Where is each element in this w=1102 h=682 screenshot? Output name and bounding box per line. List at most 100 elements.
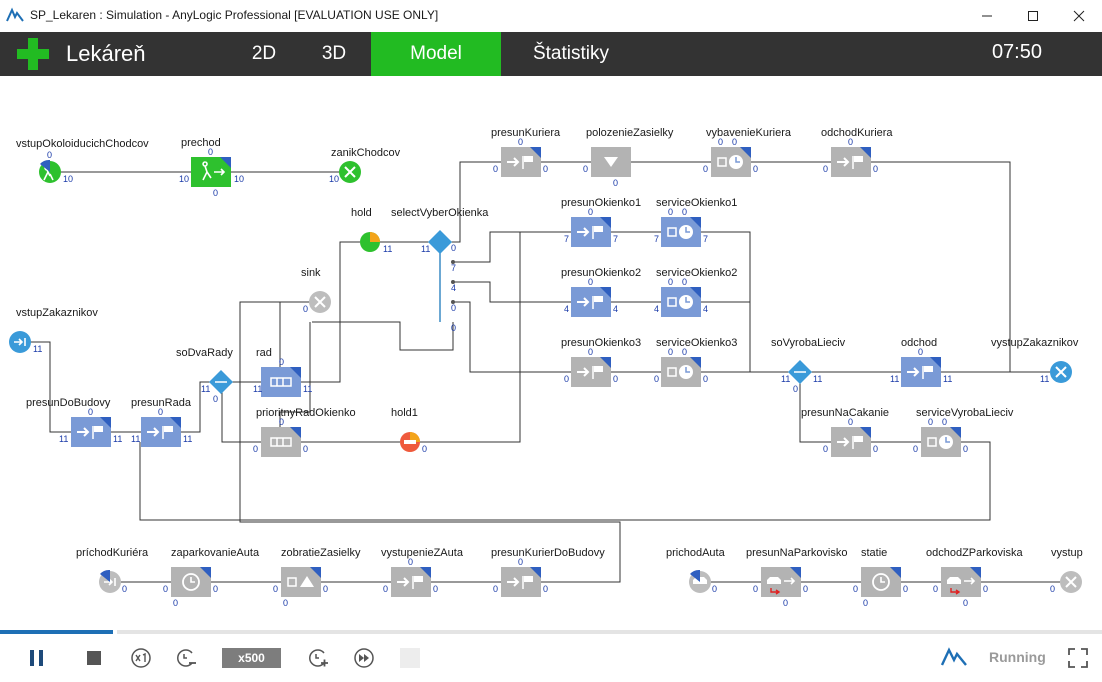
block-count: 11 bbox=[383, 244, 392, 254]
block-label: presunOkienko1 bbox=[561, 197, 641, 209]
block-serviceOkienko3[interactable]: serviceOkienko3 0 0 0 0 bbox=[654, 337, 737, 387]
block-presunNaCakanie[interactable]: presunNaCakanie 0 0 0 bbox=[801, 407, 889, 457]
app-header: Lekáreň 2D 3D Model Štatistiky 07:50 bbox=[0, 32, 1102, 76]
window-titlebar: SP_Lekaren : Simulation - AnyLogic Profe… bbox=[0, 0, 1102, 33]
block-count: 0 bbox=[848, 137, 853, 147]
block-count: 0 bbox=[668, 207, 673, 217]
block-count: 0 bbox=[279, 357, 284, 367]
block-label: prechod bbox=[181, 137, 221, 149]
block-count: 11 bbox=[303, 384, 312, 394]
block-presunDoBudovy[interactable]: presunDoBudovy 0 11 11 bbox=[26, 397, 122, 447]
block-count: 0 bbox=[983, 584, 988, 594]
block-vybavenieKuriera[interactable]: vybavenieKuriera 0 0 0 0 bbox=[703, 127, 792, 177]
pause-button[interactable] bbox=[25, 646, 49, 670]
block-prioritnyRadOkienko[interactable]: prioritnyRadOkienko 0 0 0 bbox=[253, 407, 356, 457]
block-vystupenieZAuta[interactable]: vystupenieZAuta 0 0 0 bbox=[381, 547, 464, 597]
block-count: 0 bbox=[173, 598, 178, 608]
tab-model[interactable]: Model bbox=[371, 32, 501, 76]
block-count: 0 bbox=[213, 584, 218, 594]
block-label: presunNaParkovisko bbox=[746, 547, 848, 559]
block-count: 0 bbox=[253, 444, 258, 454]
block-odchodKuriera[interactable]: odchodKuriera 0 0 0 bbox=[821, 127, 893, 177]
block-presunOkienko1[interactable]: presunOkienko1 0 7 7 bbox=[561, 197, 641, 247]
block-label: presunOkienko2 bbox=[561, 267, 641, 279]
step-button[interactable] bbox=[398, 646, 422, 670]
block-vstupOkoloiducichChodcov[interactable]: vstupOkoloiducichChodcov 0 10 bbox=[16, 138, 149, 184]
slow-down-button[interactable] bbox=[174, 646, 198, 670]
block-serviceVyrobaLieciv[interactable]: serviceVyrobaLieciv 0 0 0 0 bbox=[913, 407, 1014, 457]
block-presunOkienko3[interactable]: presunOkienko3 0 0 0 bbox=[561, 337, 641, 387]
block-count: 4 bbox=[703, 304, 708, 314]
block-count: 0 bbox=[583, 164, 588, 174]
block-sink[interactable]: sink 0 bbox=[301, 267, 331, 314]
realtime-speed-button[interactable] bbox=[129, 646, 153, 670]
block-count: 11 bbox=[890, 374, 899, 384]
maximize-button[interactable] bbox=[1010, 0, 1056, 32]
block-zanikChodcov[interactable]: zanikChodcov 10 bbox=[329, 147, 401, 184]
block-label: presunNaCakanie bbox=[801, 407, 889, 419]
block-label: rad bbox=[256, 347, 272, 359]
block-presunKuriera[interactable]: presunKuriera 0 0 0 bbox=[491, 127, 561, 177]
close-window-button[interactable] bbox=[1056, 0, 1102, 32]
block-count: 0 bbox=[703, 164, 708, 174]
model-canvas: vstupOkoloiducichChodcov 0 10 prechod 0 … bbox=[9, 127, 1083, 608]
select-output-icon bbox=[428, 230, 452, 254]
maximize-icon bbox=[1028, 11, 1038, 21]
block-label: vstupOkoloiducichChodcov bbox=[16, 138, 149, 150]
block-count: 11 bbox=[201, 384, 210, 394]
block-label: vstupZakaznikov bbox=[16, 307, 98, 319]
block-prichodKuriera[interactable]: príchodKuriéra 0 bbox=[76, 547, 149, 594]
fullscreen-button[interactable] bbox=[1066, 646, 1090, 670]
block-zaparkovanieAuta[interactable]: zaparkovanieAuta 0 0 0 bbox=[163, 547, 260, 608]
block-hold[interactable]: hold 11 bbox=[351, 207, 392, 254]
run-until-button[interactable] bbox=[352, 646, 376, 670]
slow-down-icon bbox=[177, 649, 196, 667]
tab-statistiky[interactable]: Štatistiky bbox=[515, 32, 627, 76]
block-statie[interactable]: statie 0 0 0 bbox=[853, 547, 908, 608]
speed-up-button[interactable] bbox=[306, 646, 330, 670]
block-count: 0 bbox=[682, 347, 687, 357]
block-odchodZParkoviska[interactable]: odchodZParkoviska 0 0 0 bbox=[926, 547, 1023, 608]
block-hold1[interactable]: hold1 0 bbox=[391, 407, 427, 454]
block-odchod[interactable]: odchod 0 11 11 bbox=[890, 337, 952, 387]
block-rad[interactable]: rad 0 11 11 bbox=[253, 347, 312, 397]
block-soVyrobaLieciv[interactable]: soVyrobaLieciv 11 11 0 bbox=[771, 337, 846, 394]
tab-2d[interactable]: 2D bbox=[238, 32, 290, 76]
anylogic-logo-icon bbox=[6, 7, 24, 22]
block-count: 7 bbox=[703, 234, 708, 244]
block-presunOkienko2[interactable]: presunOkienko2 0 4 4 bbox=[561, 267, 641, 317]
block-count: 0 bbox=[873, 444, 878, 454]
fast-forward-icon bbox=[354, 648, 374, 668]
block-count: 10 bbox=[329, 174, 339, 184]
block-count: 0 bbox=[518, 137, 523, 147]
block-prichodAuta[interactable]: prichodAuta 0 bbox=[666, 547, 726, 594]
block-serviceOkienko2[interactable]: serviceOkienko2 0 0 4 4 bbox=[654, 267, 737, 317]
block-label: zanikChodcov bbox=[331, 147, 401, 159]
block-soDvaRady[interactable]: soDvaRady 11 0 bbox=[176, 347, 233, 404]
block-count: 10 bbox=[234, 174, 244, 184]
block-presunNaParkovisko[interactable]: presunNaParkovisko 0 0 0 bbox=[746, 547, 848, 608]
block-count: 0 bbox=[588, 347, 593, 357]
app-title: Lekáreň bbox=[66, 41, 146, 66]
block-presunRada[interactable]: presunRada 0 11 11 bbox=[131, 397, 192, 447]
block-count: 0 bbox=[122, 584, 127, 594]
block-vystupZakaznikov[interactable]: vystupZakaznikov 11 bbox=[991, 337, 1079, 384]
block-serviceOkienko1[interactable]: serviceOkienko1 0 0 7 7 bbox=[654, 197, 737, 247]
block-count: 0 bbox=[682, 277, 687, 287]
tab-3d[interactable]: 3D bbox=[308, 32, 360, 76]
block-count: 0 bbox=[613, 178, 618, 188]
block-label: presunDoBudovy bbox=[26, 397, 111, 409]
block-vstupZakaznikov[interactable]: vstupZakaznikov 11 bbox=[9, 307, 98, 354]
block-prechod[interactable]: prechod 0 10 10 0 bbox=[179, 137, 244, 198]
block-count: 11 bbox=[59, 434, 68, 444]
block-vystup[interactable]: vystup 0 bbox=[1050, 547, 1083, 594]
run-status: Running bbox=[989, 649, 1046, 665]
minimize-button[interactable] bbox=[964, 0, 1010, 32]
stop-button[interactable] bbox=[82, 646, 106, 670]
block-polozenieZasielky[interactable]: polozenieZasielky 0 0 bbox=[583, 127, 674, 188]
block-count: 0 bbox=[963, 598, 968, 608]
block-presunKurierDoBudovy[interactable]: presunKurierDoBudovy 0 0 0 bbox=[491, 547, 605, 597]
block-zobratieZasielky[interactable]: zobratieZasielky 0 0 0 bbox=[273, 547, 361, 608]
block-count: 0 bbox=[518, 557, 523, 567]
block-count: 11 bbox=[131, 434, 140, 444]
